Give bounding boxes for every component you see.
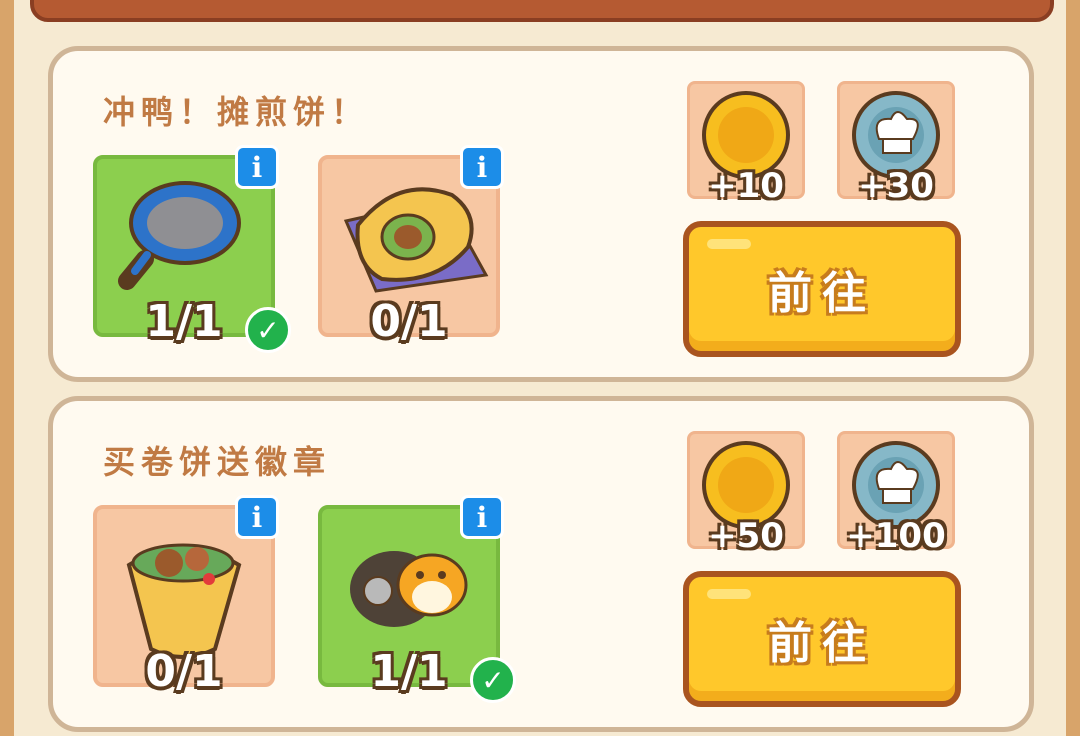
check-icon: ✓ — [245, 307, 291, 353]
reward-chef-coin: +30 — [837, 81, 955, 206]
reward-gold-coin: +50 — [687, 431, 805, 556]
task-item-pancake-roll[interactable]: i 0/1 — [318, 145, 504, 347]
right-frame — [1066, 0, 1080, 736]
item-count: 1/1 — [370, 646, 448, 697]
info-icon[interactable]: i — [460, 495, 504, 539]
reward-amount: +10 — [708, 166, 784, 206]
go-button[interactable]: 前往 — [683, 571, 961, 707]
check-icon: ✓ — [470, 657, 516, 703]
item-count: 0/1 — [145, 646, 223, 697]
info-icon[interactable]: i — [235, 495, 279, 539]
reward-amount: +30 — [858, 166, 934, 206]
task-card-1: 冲鸭！摊煎饼！ i 1/1 ✓ i 0/1 +10 +30 前往 — [48, 46, 1034, 382]
top-banner — [30, 0, 1054, 22]
go-button[interactable]: 前往 — [683, 221, 961, 357]
task-title: 买卷饼送徽章 — [103, 443, 332, 481]
info-icon[interactable]: i — [460, 145, 504, 189]
reward-amount: +100 — [846, 516, 946, 556]
left-frame — [0, 0, 14, 736]
task-title: 冲鸭！摊煎饼！ — [103, 93, 370, 131]
reward-chef-coin: +100 — [837, 431, 955, 556]
info-icon[interactable]: i — [235, 145, 279, 189]
reward-gold-coin: +10 — [687, 81, 805, 206]
task-item-badge-character[interactable]: i 1/1 ✓ — [318, 495, 516, 703]
task-item-wrap[interactable]: i 0/1 — [93, 495, 279, 697]
task-card-2: 买卷饼送徽章 i 0/1 i 1/1 ✓ +50 +100 前往 — [48, 396, 1034, 732]
task-item-frying-pan[interactable]: i 1/1 ✓ — [93, 145, 291, 353]
go-button-label: 前往 — [768, 268, 876, 319]
go-button-label: 前往 — [768, 618, 876, 669]
item-count: 1/1 — [145, 296, 223, 347]
reward-amount: +50 — [708, 516, 784, 556]
item-count: 0/1 — [370, 296, 448, 347]
